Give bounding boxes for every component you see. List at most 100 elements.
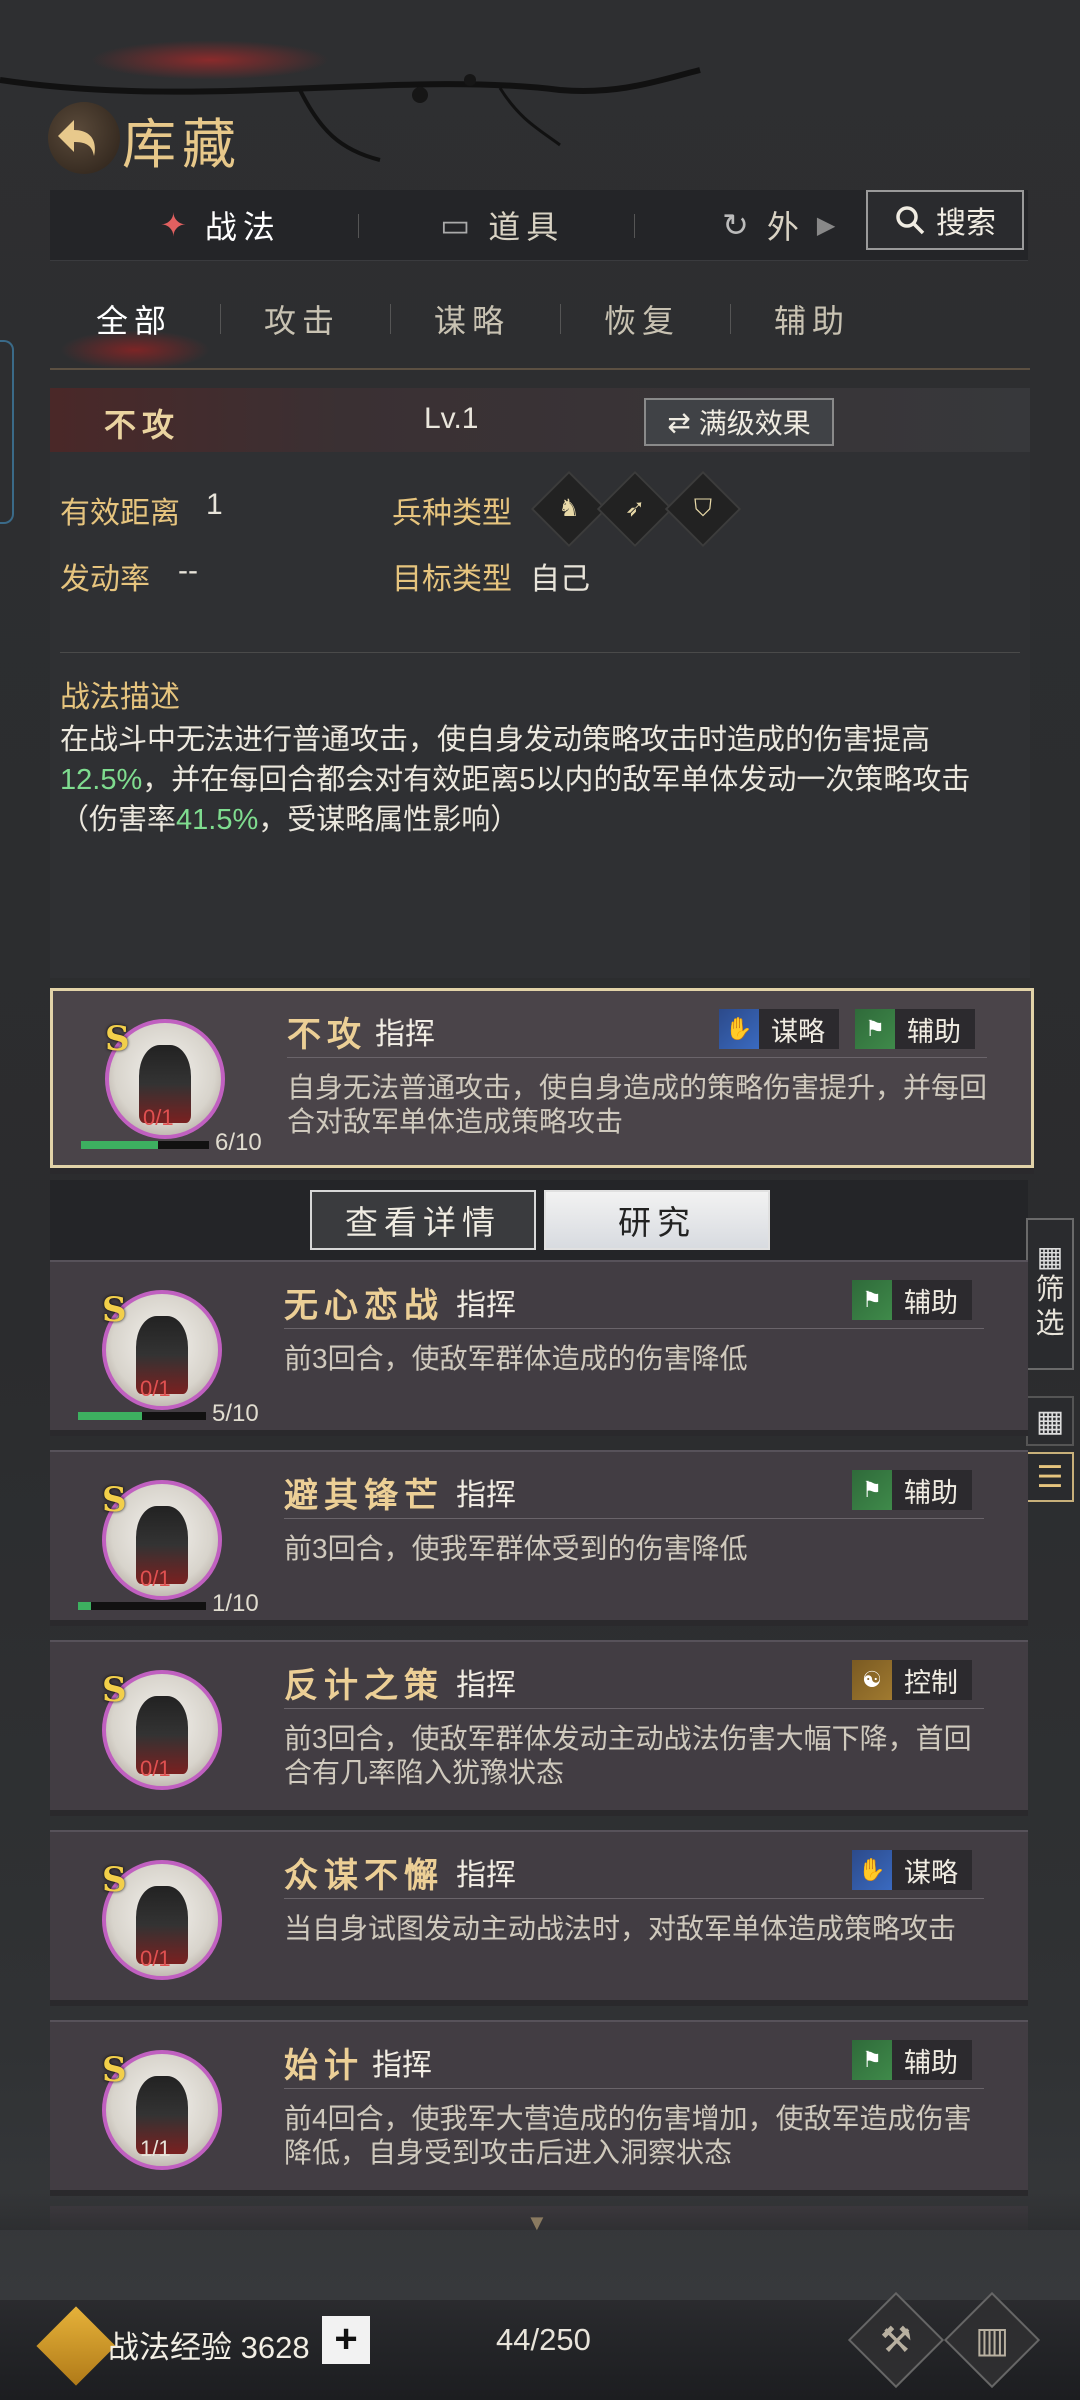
target-type-label: 目标类型 bbox=[392, 563, 512, 596]
troop-type-label: 兵种类型 bbox=[392, 497, 512, 530]
subtab-divider bbox=[730, 304, 731, 334]
detail-divider bbox=[60, 652, 1020, 653]
skill-card-name: 无心恋战 bbox=[284, 1286, 444, 1326]
owned-count: 0/1 bbox=[143, 1105, 174, 1130]
progress-fill bbox=[78, 1412, 142, 1420]
capacity-count: 44/250 bbox=[496, 2322, 591, 2357]
skill-card-name: 始计 bbox=[284, 2046, 364, 2086]
owned-count: 0/1 bbox=[140, 1566, 171, 1591]
strategy-icon: ✋ bbox=[852, 1850, 892, 1890]
skill-detail-panel bbox=[50, 388, 1030, 978]
skill-card[interactable]: S 0/1 反计之策 指挥 ☯ 控制 前3回合，使敌军群体发动主动战法伤害大幅下降… bbox=[50, 1640, 1028, 1810]
gate-icon: ▥ bbox=[974, 2318, 1010, 2360]
skill-card-desc: 前4回合，使我军大营造成的伤害增加，使敌军造成伤害降低，自身受到攻击后进入洞察状… bbox=[284, 2103, 972, 2168]
skill-description: 在战斗中无法进行普通攻击，使自身发动策略攻击时造成的伤害提高12.5%，并在每回… bbox=[60, 724, 971, 836]
max-effect-button[interactable]: ⇄ 满级效果 bbox=[644, 398, 834, 446]
left-edge-tab bbox=[0, 340, 14, 524]
control-icon: ☯ bbox=[852, 1660, 892, 1700]
card-divider bbox=[287, 1057, 987, 1058]
trigger-rate-label: 发动率 bbox=[60, 563, 150, 596]
list-view-icon: ☰ bbox=[1036, 1460, 1064, 1494]
skill-card-type: 指挥 bbox=[456, 1669, 516, 1702]
skill-card-desc: 前3回合，使我军群体受到的伤害降低 bbox=[284, 1533, 748, 1564]
search-icon bbox=[896, 206, 925, 235]
view-details-button[interactable]: 查看详情 bbox=[310, 1190, 536, 1250]
grade-badge: S bbox=[102, 1480, 127, 1520]
tag-control: ☯ 控制 bbox=[852, 1660, 972, 1700]
tab-appearance[interactable]: ↻ 外 ▶ bbox=[722, 190, 841, 260]
subtab-strategy[interactable]: 谋略 bbox=[434, 296, 510, 342]
progress-label: 6/10 bbox=[215, 1129, 262, 1156]
skill-card[interactable]: S 0/1 5/10 无心恋战 指挥 ⚑ 辅助 前3回合，使敌军群体造成的伤害降低 bbox=[50, 1260, 1028, 1430]
back-arrow-icon[interactable] bbox=[48, 102, 120, 174]
tag-support: ⚑ 辅助 bbox=[852, 2040, 972, 2080]
range-label: 有效距离 bbox=[60, 497, 180, 530]
range-value: 1 bbox=[206, 488, 223, 521]
research-button[interactable]: 研究 bbox=[544, 1190, 770, 1250]
filter-button[interactable]: ▦ 筛选 bbox=[1026, 1218, 1074, 1370]
progress-label: 5/10 bbox=[212, 1400, 259, 1427]
progress-label: 1/10 bbox=[212, 1590, 259, 1617]
grade-badge: S bbox=[102, 1290, 127, 1330]
card-action-bar bbox=[50, 1180, 1028, 1260]
active-tab-glow bbox=[90, 40, 330, 80]
subtab-underline bbox=[50, 368, 1030, 370]
tab-divider bbox=[358, 214, 359, 238]
grade-badge: S bbox=[105, 1019, 130, 1059]
card-divider bbox=[284, 1518, 984, 1519]
skill-card[interactable]: S 1/1 始计 指挥 ⚑ 辅助 前4回合，使我军大营造成的伤害增加，使敌军造成伤… bbox=[50, 2020, 1028, 2190]
cycle-icon: ↻ bbox=[722, 207, 755, 243]
skill-name: 不攻 bbox=[104, 407, 181, 443]
swap-icon: ⇄ bbox=[667, 406, 691, 438]
skill-card-desc: 前3回合，使敌军群体造成的伤害降低 bbox=[284, 1343, 748, 1374]
skill-card-name: 反计之策 bbox=[284, 1666, 444, 1706]
skill-card-desc: 自身无法普通攻击，使自身造成的策略伤害提升，并每回合对敌军单体造成策略攻击 bbox=[287, 1072, 988, 1137]
grid-view-icon: ▦ bbox=[1035, 1404, 1065, 1438]
subtab-divider bbox=[560, 304, 561, 334]
skill-card-name: 众谋不懈 bbox=[284, 1856, 444, 1896]
description-title: 战法描述 bbox=[60, 681, 180, 714]
subtab-divider bbox=[390, 304, 391, 334]
owned-count: 1/1 bbox=[140, 2136, 171, 2161]
progress-fill bbox=[78, 1602, 91, 1610]
skill-card-type: 指挥 bbox=[372, 2049, 432, 2082]
tab-items[interactable]: ▭ 道具 bbox=[440, 190, 564, 260]
tag-support: ⚑ 辅助 bbox=[852, 1470, 972, 1510]
owned-count: 0/1 bbox=[140, 1946, 171, 1971]
target-type-value: 自己 bbox=[530, 563, 590, 596]
progress-bar bbox=[78, 1412, 206, 1420]
support-icon: ⚑ bbox=[852, 1280, 892, 1320]
search-button[interactable]: 搜索 bbox=[866, 190, 1024, 250]
grade-badge: S bbox=[102, 1860, 127, 1900]
support-icon: ⚑ bbox=[852, 2040, 892, 2080]
skill-card[interactable]: S 0/1 众谋不懈 指挥 ✋ 谋略 当自身试图发动主动战法时，对敌军单体造成策略… bbox=[50, 1830, 1028, 2000]
tag-support: ⚑ 辅助 bbox=[852, 1280, 972, 1320]
skill-detail-header bbox=[50, 388, 1030, 452]
scroll-down-icon: ▼ bbox=[526, 2210, 548, 2235]
chevron-right-icon: ▶ bbox=[816, 211, 842, 239]
subtab-recovery[interactable]: 恢复 bbox=[604, 296, 680, 342]
card-divider bbox=[284, 1708, 984, 1709]
subtab-all[interactable]: 全部 bbox=[96, 296, 172, 342]
add-exp-button[interactable]: + bbox=[322, 2316, 370, 2364]
tab-skills[interactable]: ✦ 战法 bbox=[160, 190, 281, 260]
skill-card-type: 指挥 bbox=[456, 1289, 516, 1322]
owned-count: 0/1 bbox=[140, 1376, 171, 1401]
tag-strategy: ✋ 谋略 bbox=[719, 1009, 839, 1049]
subtab-support[interactable]: 辅助 bbox=[774, 296, 850, 342]
subtab-attack[interactable]: 攻击 bbox=[264, 296, 340, 342]
grid-icon: ▦ bbox=[1036, 1241, 1064, 1272]
support-icon: ⚑ bbox=[852, 1470, 892, 1510]
skill-level: Lv.1 bbox=[424, 402, 479, 435]
support-icon: ⚑ bbox=[855, 1009, 895, 1049]
skill-card-type: 指挥 bbox=[375, 1018, 435, 1051]
card-divider bbox=[284, 1328, 984, 1329]
page-title: 库藏 bbox=[122, 113, 242, 176]
list-view-button[interactable]: ☰ bbox=[1026, 1452, 1074, 1502]
skill-card[interactable]: S 0/1 1/10 避其锋芒 指挥 ⚑ 辅助 前3回合，使我军群体受到的伤害降低 bbox=[50, 1450, 1028, 1620]
skill-card-selected[interactable]: S 0/1 6/10 不攻 指挥 ✋ 谋略 ⚑ 辅助 自身无法普通攻击，使自身造成的… bbox=[50, 988, 1034, 1168]
grid-view-button[interactable]: ▦ bbox=[1026, 1396, 1074, 1446]
skill-card-type: 指挥 bbox=[456, 1859, 516, 1892]
skill-exp: 战法经验 3628 bbox=[108, 2330, 310, 2365]
grade-badge: S bbox=[102, 2050, 127, 2090]
